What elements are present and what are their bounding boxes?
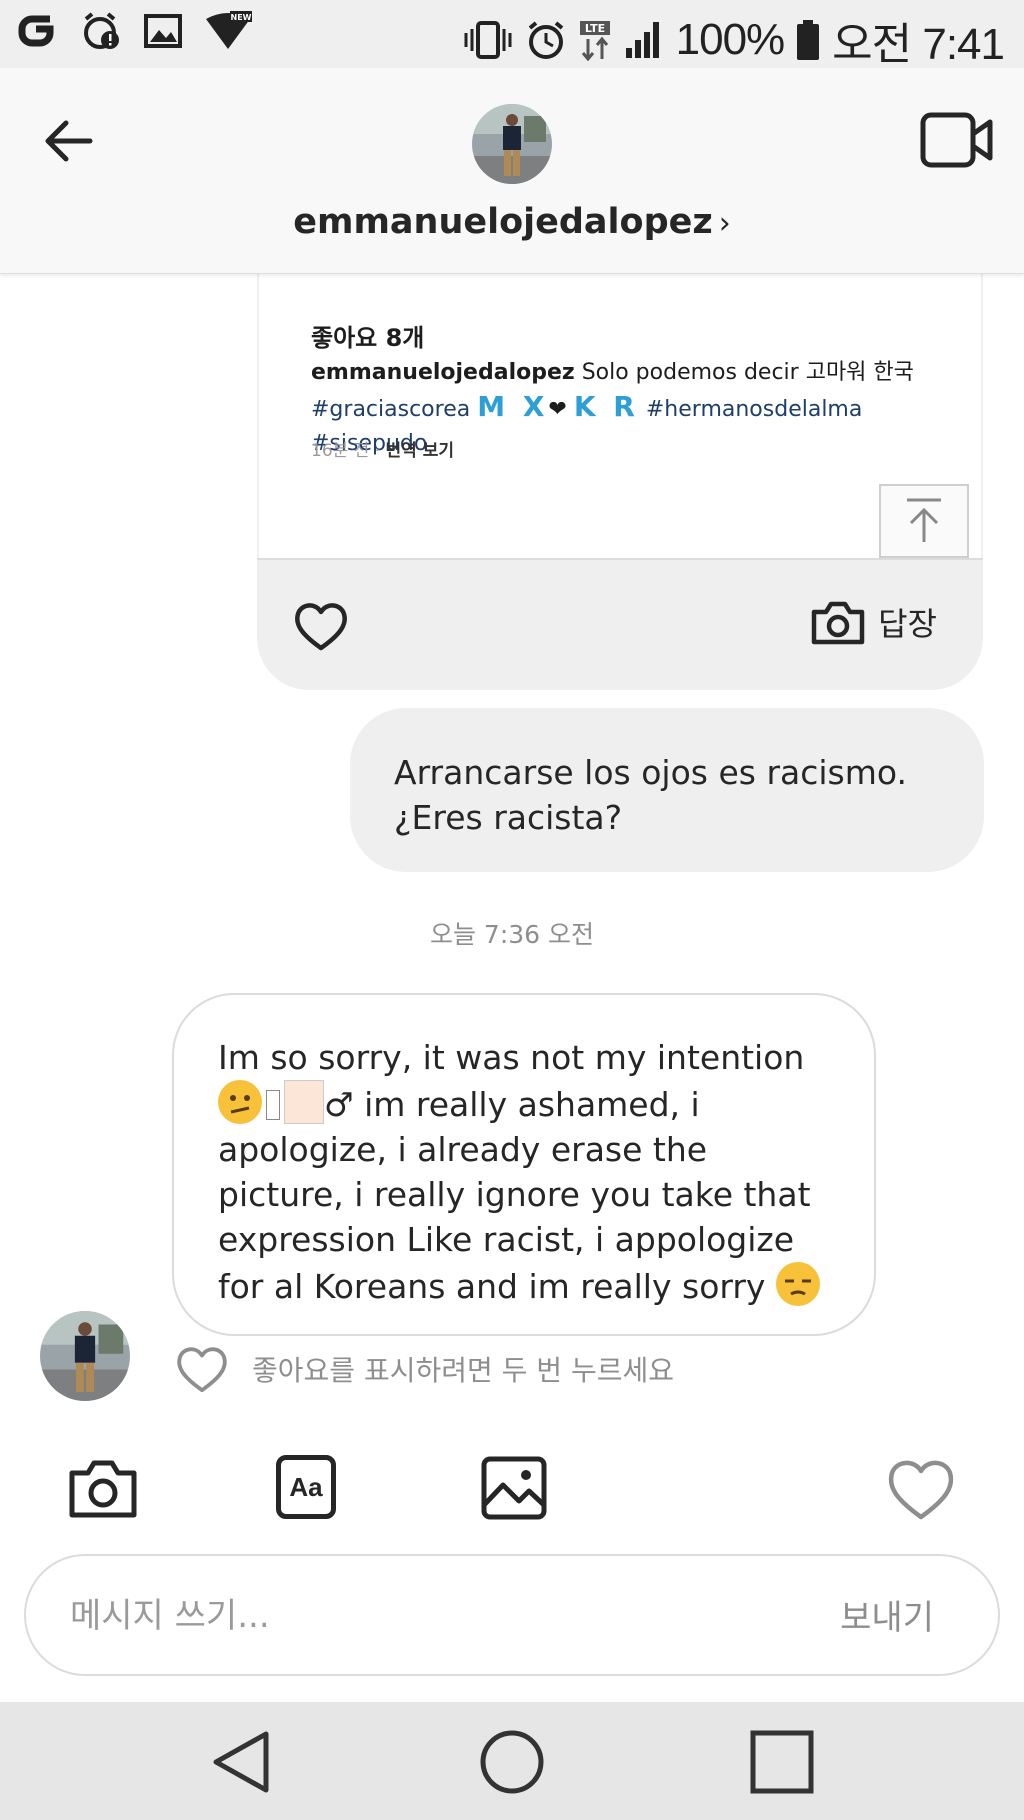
caption-username: emmanuelojedalopez [311, 360, 575, 385]
post-meta: 16분 전 · 번역 보기 [311, 436, 454, 461]
heart-outline-icon[interactable] [174, 1344, 230, 1394]
meta-separator: · [374, 441, 381, 461]
flag-text-kr: K R [573, 390, 639, 423]
incoming-text-line1: Im so sorry, it was not my intention [218, 1038, 805, 1077]
reply-label: 답장 [878, 605, 937, 643]
chevron-right-icon: › [718, 206, 731, 241]
incoming-message[interactable]: Im so sorry, it was not my intention ♂ i… [172, 993, 876, 1336]
header-avatar[interactable] [472, 104, 552, 184]
flag-text-mx: M X [477, 390, 549, 423]
nav-recents-icon[interactable] [746, 1726, 818, 1798]
shared-post-preview[interactable]: 좋아요 8개 emmanuelojedalopez Solo podemos d… [259, 230, 981, 558]
post-time-ago: 16분 전 [311, 441, 370, 461]
avatar-photo [40, 1311, 130, 1401]
system-nav-bar [0, 1702, 1024, 1820]
double-tap-like-hint: 좋아요를 표시하려면 두 번 누르세요 [174, 1344, 674, 1394]
camera-icon[interactable] [68, 1455, 138, 1521]
post-card-footer: 답장 [257, 558, 983, 690]
svg-text:LTE: LTE [585, 22, 605, 35]
text-style-label: Aa [289, 1471, 323, 1502]
nav-back-icon[interactable] [206, 1726, 278, 1798]
translate-link[interactable]: 번역 보기 [386, 441, 454, 461]
message-input[interactable] [70, 1586, 770, 1646]
outgoing-message-text: Arrancarse los ojos es racismo. ¿Eres ra… [394, 753, 907, 837]
svg-text:NEW: NEW [231, 13, 252, 22]
hashtag: #graciascorea [311, 397, 471, 422]
nav-home-icon[interactable] [476, 1726, 548, 1798]
gallery-icon[interactable] [479, 1455, 549, 1521]
scroll-to-top-button[interactable] [879, 484, 969, 558]
username-text: emmanuelojedalopez [293, 202, 713, 242]
back-arrow-icon[interactable] [40, 113, 96, 169]
missing-glyph-icon [266, 1090, 280, 1120]
pensive-face-emoji-icon [775, 1262, 820, 1306]
image-notification-icon [144, 14, 182, 48]
send-button[interactable]: 보내기 [840, 1590, 934, 1639]
status-right-icons: LTE 100% 오전 7:41 [462, 8, 1005, 72]
lte-icon: LTE [579, 21, 610, 61]
vibrate-icon [464, 21, 512, 59]
post-likes: 좋아요 8개 [311, 324, 425, 352]
message-timestamp: 오늘 7:36 오전 [429, 920, 595, 949]
text-style-icon[interactable]: Aa [276, 1455, 336, 1519]
status-left-icons: NEW [18, 10, 252, 52]
skin-tone-swatch-icon [284, 1080, 324, 1124]
battery-icon [797, 20, 820, 60]
avatar-photo [472, 104, 552, 184]
outgoing-message[interactable]: Arrancarse los ojos es racismo. ¿Eres ra… [350, 708, 984, 872]
arrow-up-icon [907, 498, 941, 542]
status-bar: NEW LTE 100% 오전 7:41 [0, 0, 1024, 69]
wifi-new-icon: NEW [206, 11, 252, 49]
message-composer: 보내기 [24, 1554, 1000, 1676]
camera-icon [811, 601, 865, 645]
video-call-icon[interactable] [920, 110, 994, 170]
status-time: 오전 7:41 [832, 20, 1005, 69]
battery-percent: 100% [675, 15, 786, 64]
shared-post-card[interactable]: 좋아요 8개 emmanuelojedalopez Solo podemos d… [257, 230, 983, 690]
alarm-icon [528, 21, 563, 59]
chat-header: emmanuelojedalopez › [0, 68, 1024, 274]
hashtag: #hermanosdelalma [645, 397, 863, 422]
sender-avatar[interactable] [40, 1311, 130, 1401]
heart-icon[interactable] [293, 600, 349, 652]
composer-toolbar: Aa [0, 1455, 1024, 1525]
signal-icon [625, 22, 659, 58]
heart-glyph: ❤ [548, 397, 567, 422]
male-sign-glyph: ♂ [324, 1085, 354, 1124]
like-hint-text: 좋아요를 표시하려면 두 번 누르세요 [252, 1354, 675, 1387]
caption-text: Solo podemos decir 고마워 한국 [574, 360, 914, 385]
heart-icon[interactable] [886, 1455, 956, 1521]
alarm-alert-icon [84, 12, 119, 49]
app-g-icon [18, 15, 54, 47]
confused-face-emoji-icon [218, 1080, 262, 1124]
reply-button[interactable]: 답장 [810, 598, 937, 646]
header-username[interactable]: emmanuelojedalopez › [0, 202, 1024, 242]
